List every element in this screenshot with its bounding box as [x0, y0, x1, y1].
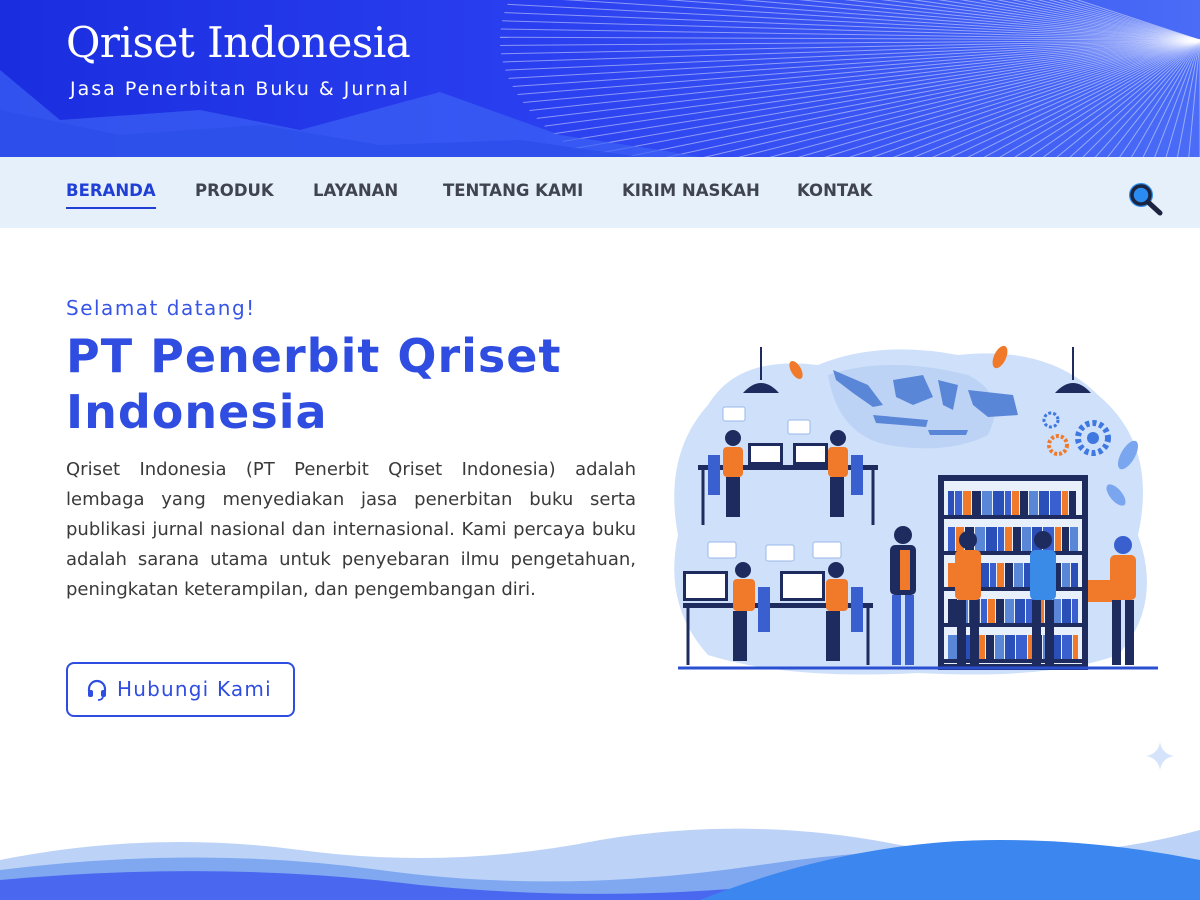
search-icon[interactable] [1125, 180, 1165, 216]
page: Qriset Indonesia Jasa Penerbitan Buku & … [0, 0, 1200, 900]
nav-item-kirim-naskah[interactable]: KIRIM NASKAH [622, 181, 760, 200]
office-library-illustration [674, 345, 1158, 675]
contact-us-button[interactable]: Hubungi Kami [66, 662, 295, 717]
contact-us-label: Hubungi Kami [117, 677, 272, 701]
nav-item-produk[interactable]: PRODUK [195, 181, 274, 200]
site-header: Qriset Indonesia Jasa Penerbitan Buku & … [0, 0, 1200, 157]
main-nav: BERANDA PRODUK LAYANAN TENTANG KAMI KIRI… [0, 157, 1200, 228]
headset-icon [87, 679, 107, 701]
welcome-text: Selamat datang! [66, 296, 256, 320]
hero-description: Qriset Indonesia (PT Penerbit Qriset Ind… [66, 459, 636, 600]
nav-item-beranda[interactable]: BERANDA [66, 181, 156, 209]
site-tagline: Jasa Penerbitan Buku & Jurnal [70, 78, 410, 100]
site-title[interactable]: Qriset Indonesia [66, 18, 411, 67]
nav-item-layanan[interactable]: LAYANAN [313, 181, 398, 200]
footer-waves [0, 828, 1200, 900]
nav-item-kontak[interactable]: KONTAK [797, 181, 872, 200]
nav-item-tentang-kami[interactable]: TENTANG KAMI [443, 181, 583, 200]
hero-title: PT Penerbit Qriset Indonesia [66, 329, 562, 439]
sparkle-icon [1146, 742, 1174, 770]
